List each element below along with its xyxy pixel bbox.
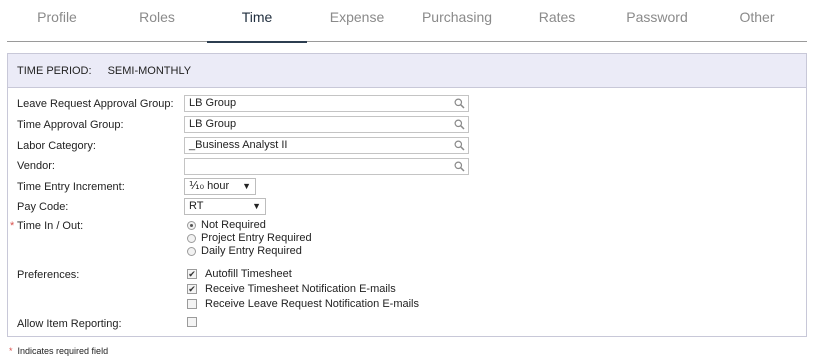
preferences-label: Preferences: [17,269,80,281]
pref-autofill-timesheet[interactable]: ✔ Autofill Timesheet [187,268,292,280]
radio-button-selected[interactable] [187,220,196,230]
time-entry-increment-label: Time Entry Increment: [17,181,125,193]
checkbox[interactable] [187,317,197,327]
leave-group-label: Leave Request Approval Group: [17,98,174,110]
labor-category-value: _Business Analyst II [189,139,288,151]
pref-leave-request-notifications[interactable]: Receive Leave Request Notification E-mai… [187,298,419,310]
footnote-text: Indicates required field [17,346,109,356]
magnifier-icon[interactable] [454,119,465,130]
tab-rates[interactable]: Rates [507,0,607,42]
checkbox[interactable] [187,299,197,309]
checkbox-label: Receive Leave Request Notification E-mai… [205,298,419,310]
time-entry-increment-select[interactable]: ⅒ hour ▼ [184,178,256,195]
leave-group-field[interactable]: LB Group [184,95,469,112]
required-marker: * [10,220,15,232]
tab-roles[interactable]: Roles [107,0,207,42]
tab-bar: Profile Roles Time Expense Purchasing Ra… [7,0,807,43]
tab-purchasing[interactable]: Purchasing [407,0,507,42]
tab-time[interactable]: Time [207,0,307,43]
checkbox-label: Receive Timesheet Notification E-mails [205,283,396,295]
time-period-label: TIME PERIOD: [17,64,92,77]
chevron-down-icon: ▼ [242,181,251,191]
magnifier-icon[interactable] [454,161,465,172]
chevron-down-icon: ▼ [252,201,261,211]
tab-password[interactable]: Password [607,0,707,42]
magnifier-icon[interactable] [454,140,465,151]
allow-item-reporting-checkbox-wrap[interactable] [187,317,205,327]
time-group-field[interactable]: LB Group [184,116,469,133]
checkbox-label: Autofill Timesheet [205,268,292,280]
magnifier-icon[interactable] [454,98,465,109]
pay-code-value: RT [189,200,204,212]
labor-category-field[interactable]: _Business Analyst II [184,137,469,154]
pay-code-label: Pay Code: [17,201,69,213]
radio-button[interactable] [187,246,196,256]
time-period-value: SEMI-MONTHLY [107,64,192,77]
time-group-label: Time Approval Group: [17,119,124,131]
pay-code-select[interactable]: RT ▼ [184,198,266,215]
time-period-header: TIME PERIOD: SEMI-MONTHLY [8,54,806,88]
tab-profile[interactable]: Profile [7,0,107,42]
radio-project-entry-required[interactable]: Project Entry Required [187,232,312,244]
labor-category-label: Labor Category: [17,140,96,152]
vendor-label: Vendor: [17,160,55,172]
pref-timesheet-notifications[interactable]: ✔ Receive Timesheet Notification E-mails [187,283,396,295]
time-in-out-label: Time In / Out: [17,220,84,232]
radio-label: Daily Entry Required [201,245,302,257]
radio-label: Project Entry Required [201,232,312,244]
required-marker: * [9,346,13,356]
vendor-field[interactable] [184,158,469,175]
radio-not-required[interactable]: Not Required [187,219,266,231]
allow-item-reporting-label: Allow Item Reporting: [17,318,122,330]
checkbox-checked[interactable]: ✔ [187,269,197,279]
required-field-footnote: * Indicates required field [9,346,108,356]
time-entry-increment-value: ⅒ hour [189,180,230,192]
time-settings-panel: TIME PERIOD: SEMI-MONTHLY Leave Request … [7,53,807,337]
radio-label: Not Required [201,219,266,231]
leave-group-value: LB Group [189,97,237,109]
time-group-value: LB Group [189,118,237,130]
checkbox-checked[interactable]: ✔ [187,284,197,294]
tab-other[interactable]: Other [707,0,807,42]
tab-expense[interactable]: Expense [307,0,407,42]
radio-daily-entry-required[interactable]: Daily Entry Required [187,245,302,257]
radio-button[interactable] [187,233,196,243]
